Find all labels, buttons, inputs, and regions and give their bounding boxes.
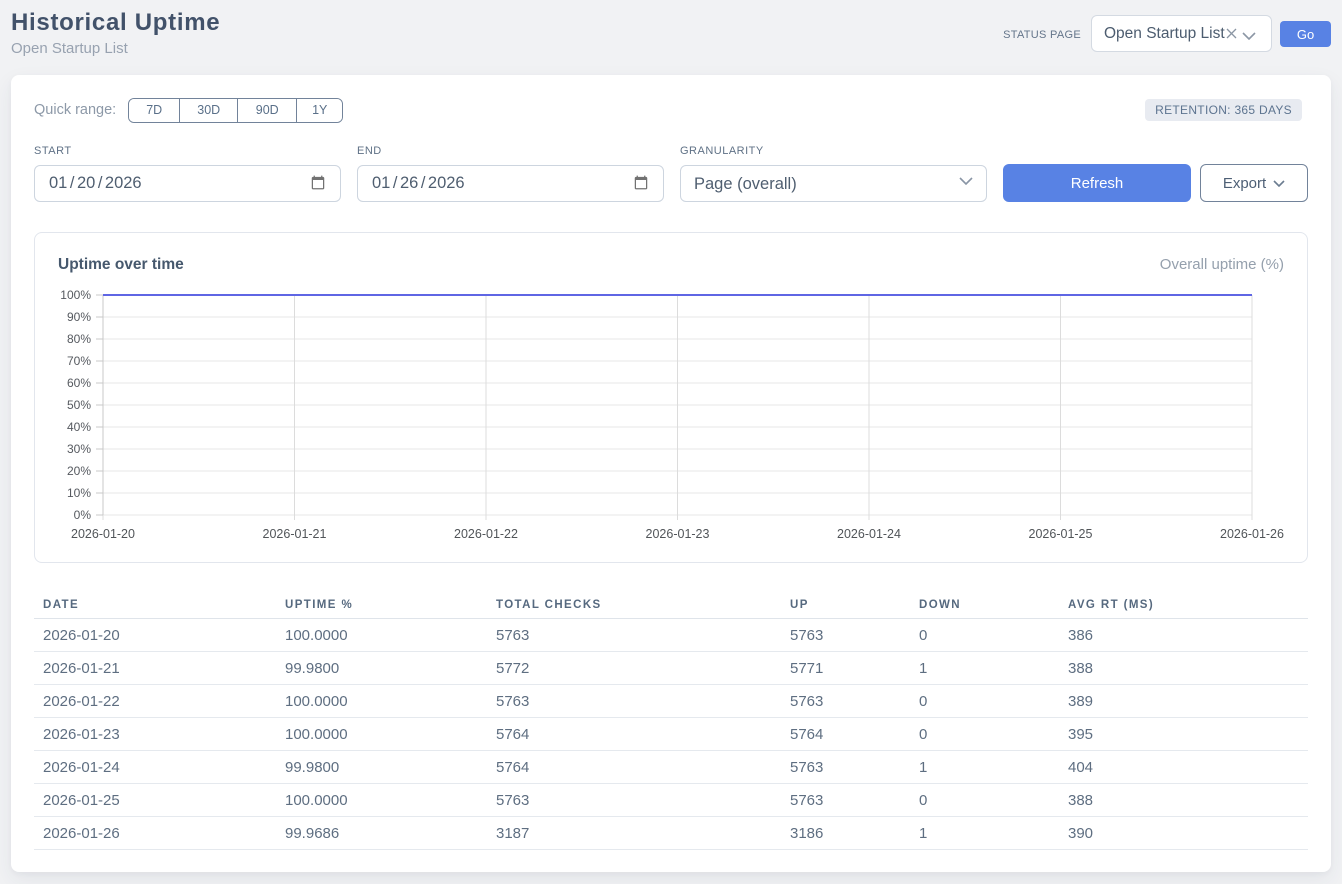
svg-text:20%: 20% (67, 464, 91, 478)
svg-text:0%: 0% (74, 508, 92, 522)
svg-text:100%: 100% (60, 288, 91, 302)
svg-text:2026-01-21: 2026-01-21 (263, 527, 327, 541)
svg-text:60%: 60% (67, 376, 91, 390)
svg-text:2026-01-23: 2026-01-23 (646, 527, 710, 541)
svg-text:40%: 40% (67, 420, 91, 434)
svg-text:80%: 80% (67, 332, 91, 346)
svg-text:2026-01-26: 2026-01-26 (1220, 527, 1284, 541)
svg-text:2026-01-24: 2026-01-24 (837, 527, 901, 541)
svg-text:2026-01-25: 2026-01-25 (1029, 527, 1093, 541)
svg-text:30%: 30% (67, 442, 91, 456)
svg-text:2026-01-20: 2026-01-20 (71, 527, 135, 541)
svg-text:90%: 90% (67, 310, 91, 324)
svg-text:10%: 10% (67, 486, 91, 500)
svg-text:2026-01-22: 2026-01-22 (454, 527, 518, 541)
svg-text:70%: 70% (67, 354, 91, 368)
svg-text:50%: 50% (67, 398, 91, 412)
